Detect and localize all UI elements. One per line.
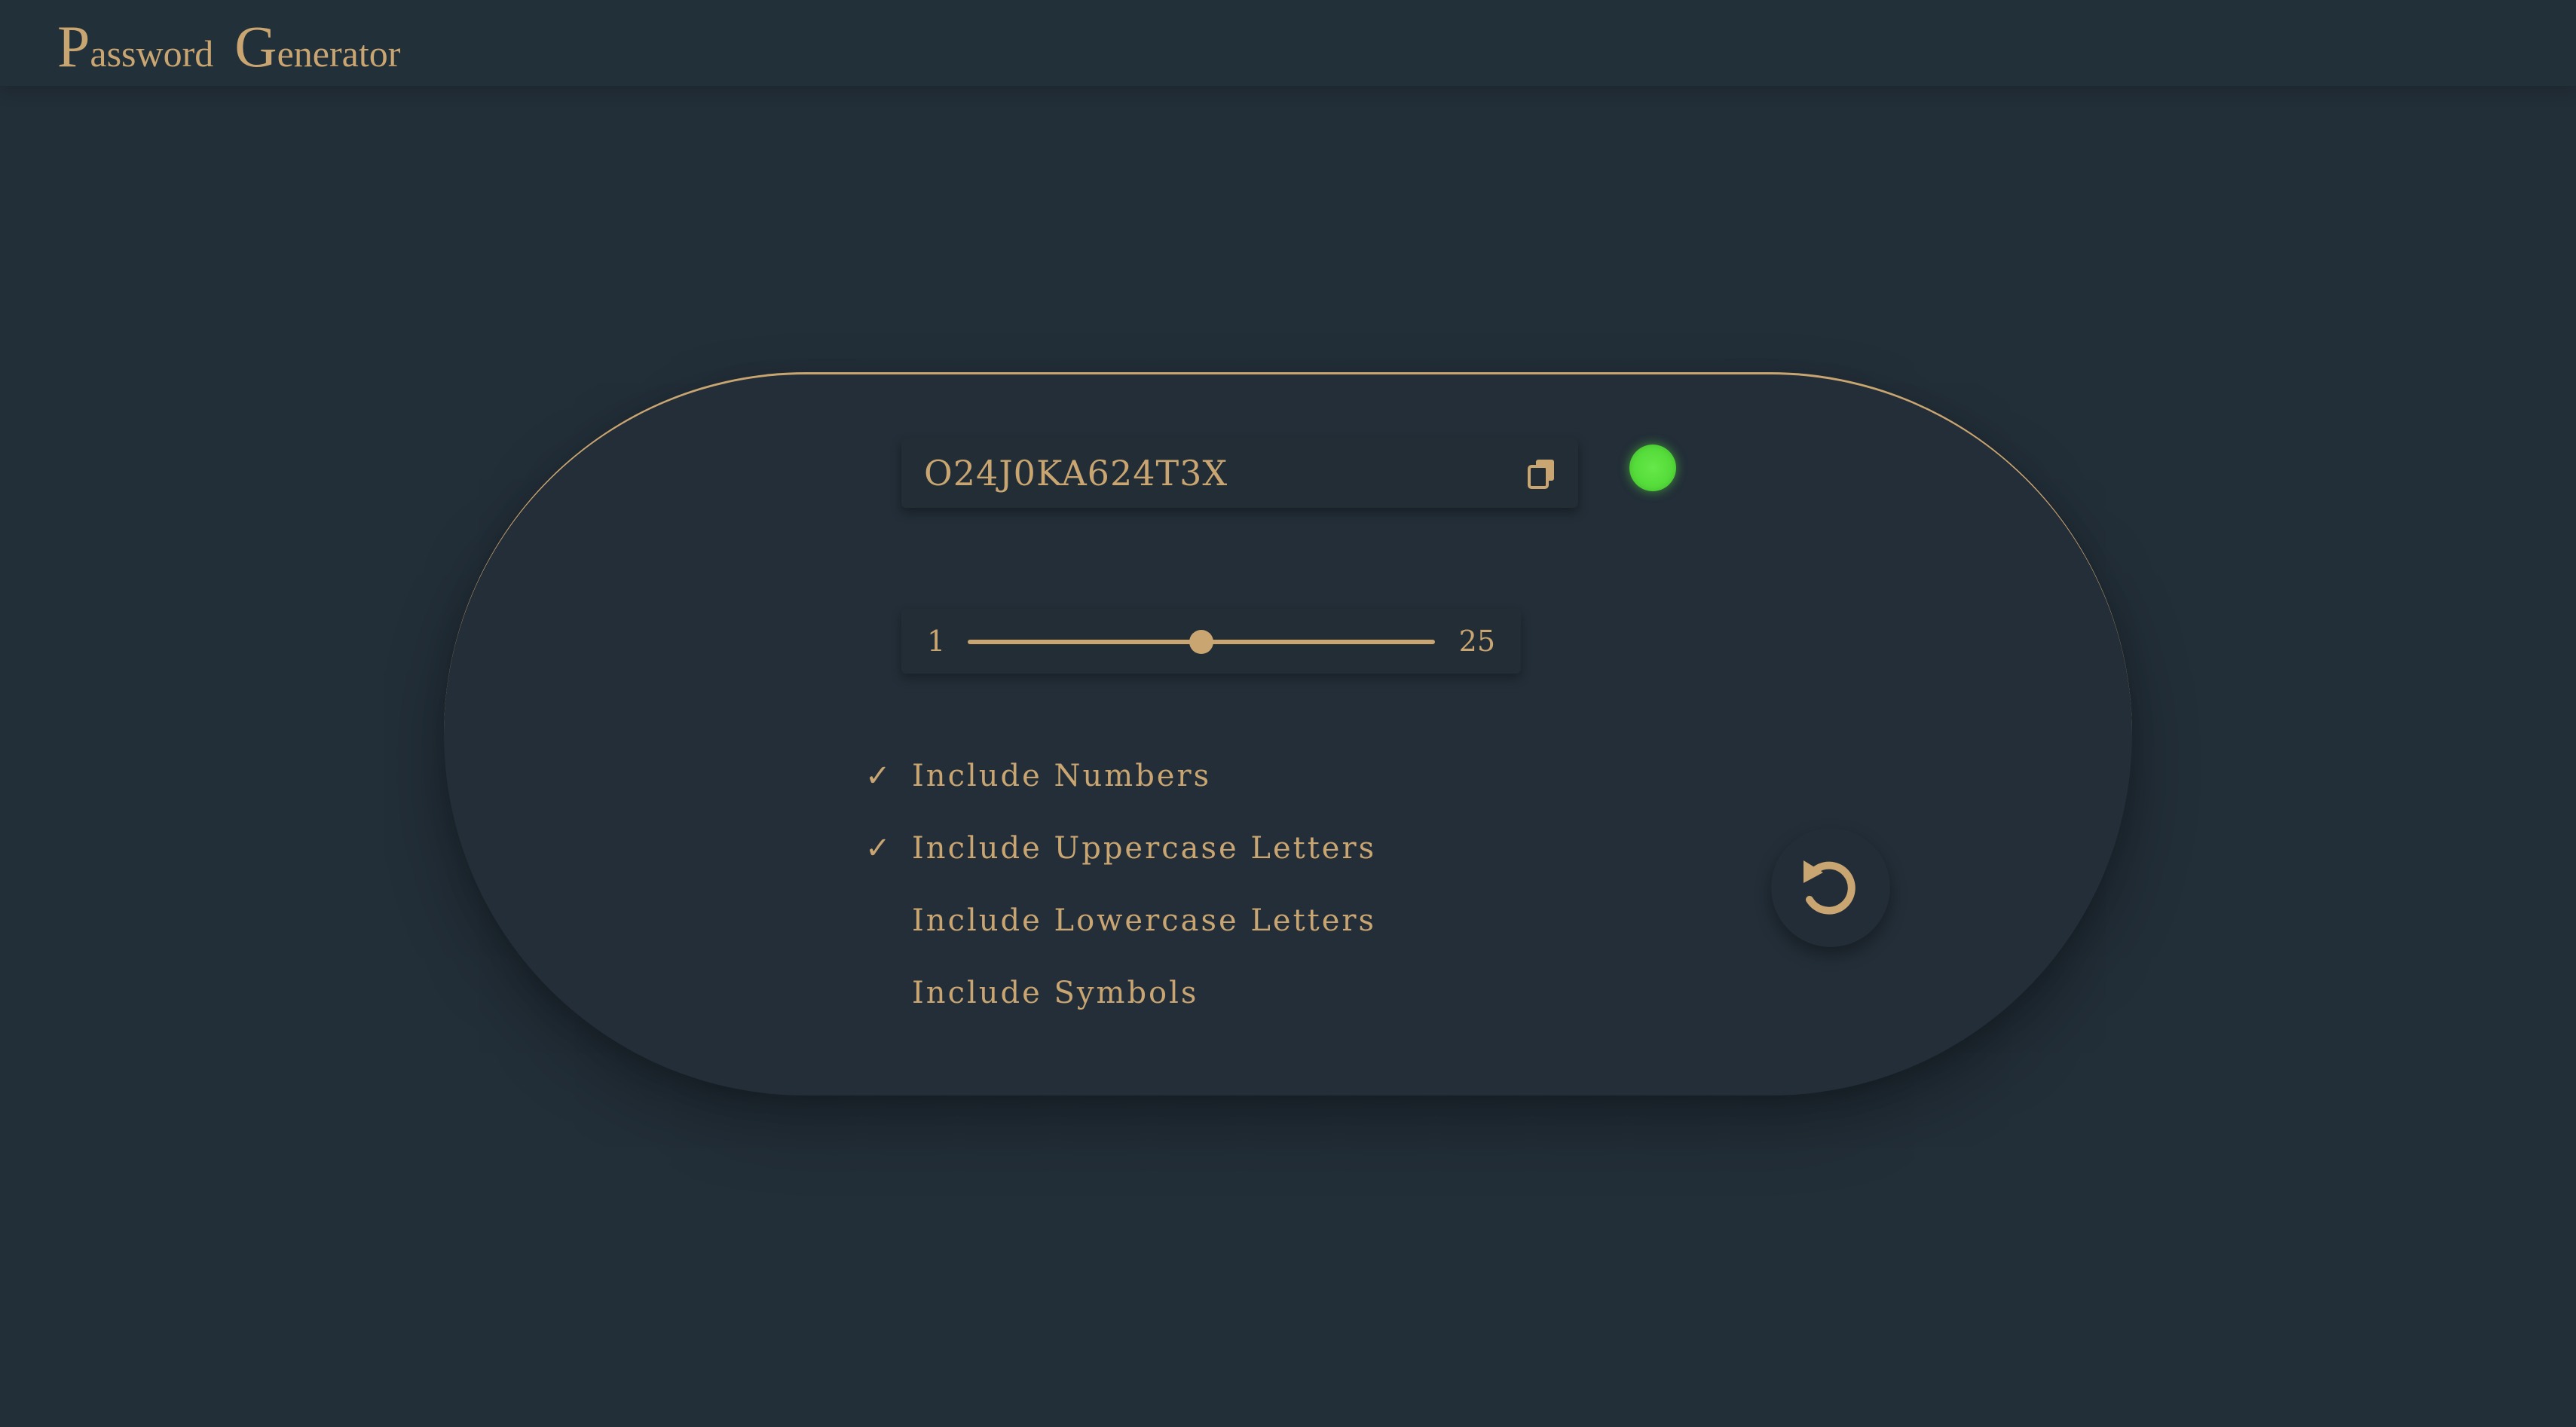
length-slider-panel: 1 25 — [901, 609, 1521, 674]
app-title-word-2: Generator — [234, 14, 401, 79]
slider-max-label: 25 — [1458, 625, 1495, 658]
option-label: Include Lowercase Letters — [912, 903, 1377, 938]
copy-button[interactable] — [1525, 457, 1559, 490]
option-label: Include Uppercase Letters — [912, 831, 1377, 866]
top-bar: Password Generator — [0, 0, 2576, 86]
regenerate-button[interactable] — [1771, 828, 1890, 947]
refresh-icon — [1804, 860, 1856, 915]
app-title-rest-1: assword — [90, 32, 214, 75]
app-title-initial-1: P — [57, 14, 90, 79]
app-title-word-1: Password — [57, 14, 214, 79]
option-label: Include Numbers — [912, 759, 1212, 793]
app-title: Password Generator — [57, 9, 400, 91]
app-title-rest-2: enerator — [277, 32, 401, 75]
copy-icon — [1528, 460, 1554, 489]
check-icon: ✓ — [865, 831, 891, 866]
option-label: Include Symbols — [912, 976, 1199, 1010]
password-text: O24J0KA624T3X — [924, 453, 1228, 493]
length-slider-thumb[interactable] — [1189, 630, 1213, 654]
slider-min-label: 1 — [927, 625, 946, 658]
check-icon: ✓ — [865, 759, 891, 793]
length-slider[interactable] — [968, 630, 1435, 654]
app-title-initial-2: G — [234, 14, 277, 79]
password-display: O24J0KA624T3X — [901, 438, 1578, 508]
strength-indicator — [1629, 445, 1676, 491]
